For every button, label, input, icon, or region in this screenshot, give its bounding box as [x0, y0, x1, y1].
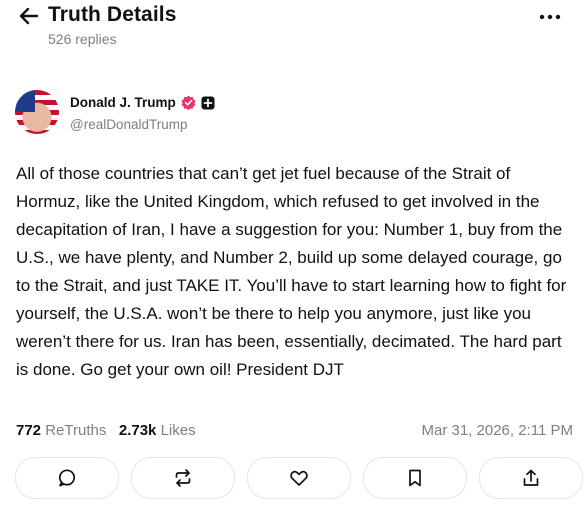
reply-button[interactable]: [15, 457, 119, 499]
action-bar: [15, 457, 583, 499]
likes-label[interactable]: Likes: [161, 422, 196, 439]
likes-count[interactable]: 2.73k: [119, 422, 157, 439]
post-timestamp: Mar 31, 2026, 2:11 PM: [421, 422, 573, 439]
retruths-count[interactable]: 772: [16, 422, 41, 439]
like-button[interactable]: [247, 457, 351, 499]
author-handle[interactable]: @realDonaldTrump: [70, 117, 188, 132]
top-bar: Truth Details 526 replies: [0, 0, 585, 60]
back-arrow-icon[interactable]: [18, 5, 40, 27]
share-button[interactable]: [479, 457, 583, 499]
author-name[interactable]: Donald J. Trump: [70, 95, 176, 110]
author-row: Donald J. Trump: [70, 95, 215, 110]
share-icon: [523, 469, 539, 486]
page-title: Truth Details: [48, 3, 177, 26]
replies-count: 526 replies: [48, 31, 117, 47]
avatar[interactable]: [15, 90, 59, 134]
engagement-stats: 772 ReTruths 2.73k Likes: [16, 422, 196, 439]
bookmark-button[interactable]: [363, 457, 467, 499]
post-body: All of those countries that can’t get je…: [16, 164, 572, 379]
like-icon: [290, 470, 308, 486]
retruth-button[interactable]: [131, 457, 235, 499]
more-options-icon[interactable]: [538, 11, 562, 23]
verified-badge-icon: [181, 95, 196, 110]
retruths-label[interactable]: ReTruths: [45, 422, 106, 439]
reply-icon: [58, 469, 76, 487]
plus-badge-icon: [201, 96, 215, 109]
bookmark-icon: [409, 469, 421, 487]
retruth-icon: [175, 469, 191, 487]
